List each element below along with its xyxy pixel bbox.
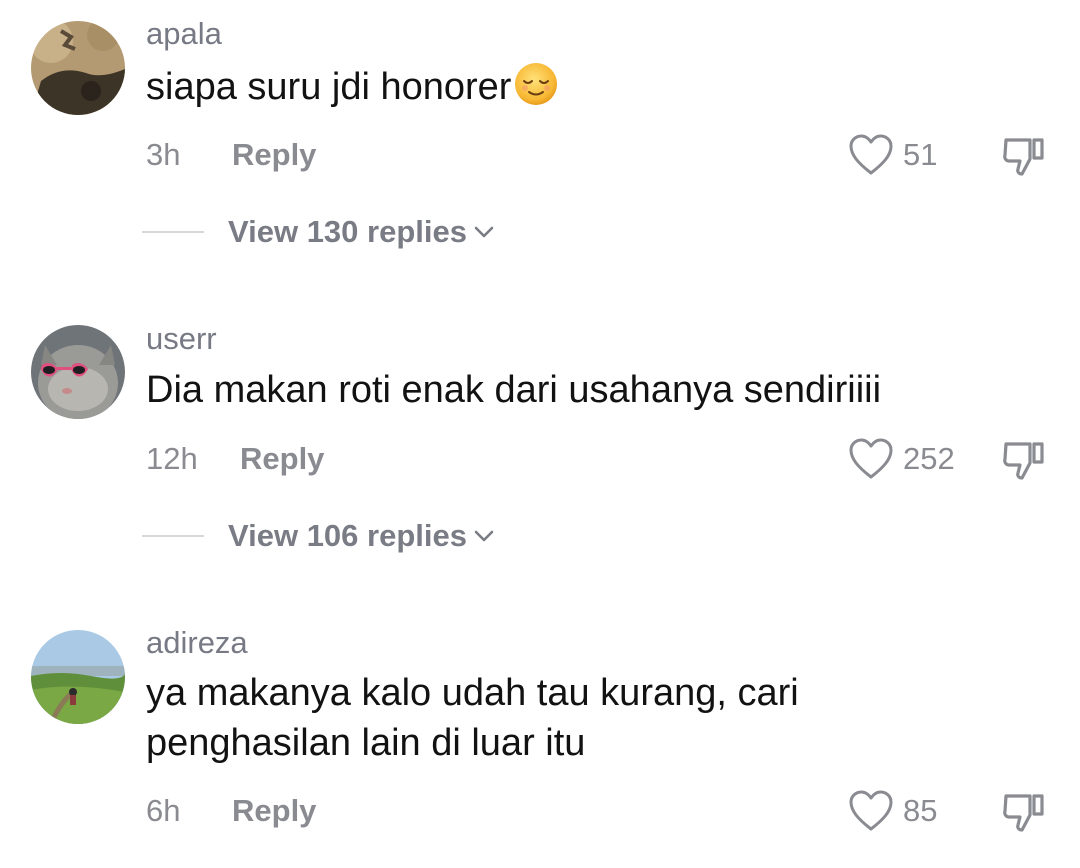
reply-button[interactable]: Reply [232, 793, 316, 829]
comment-timestamp: 6h [146, 793, 181, 828]
like-button[interactable] [848, 789, 894, 833]
heart-outline-icon [849, 790, 893, 831]
comment-item: adireza ya makanya kalo udah tau kurang,… [0, 0, 1080, 868]
comment-username[interactable]: adireza [146, 625, 248, 661]
comment-text: ya makanya kalo udah tau kurang, cari pe… [146, 672, 799, 764]
thumbs-down-outline-icon [1003, 794, 1044, 832]
dislike-button[interactable] [1000, 788, 1048, 834]
like-count: 85 [903, 793, 938, 828]
avatar[interactable] [31, 630, 125, 724]
